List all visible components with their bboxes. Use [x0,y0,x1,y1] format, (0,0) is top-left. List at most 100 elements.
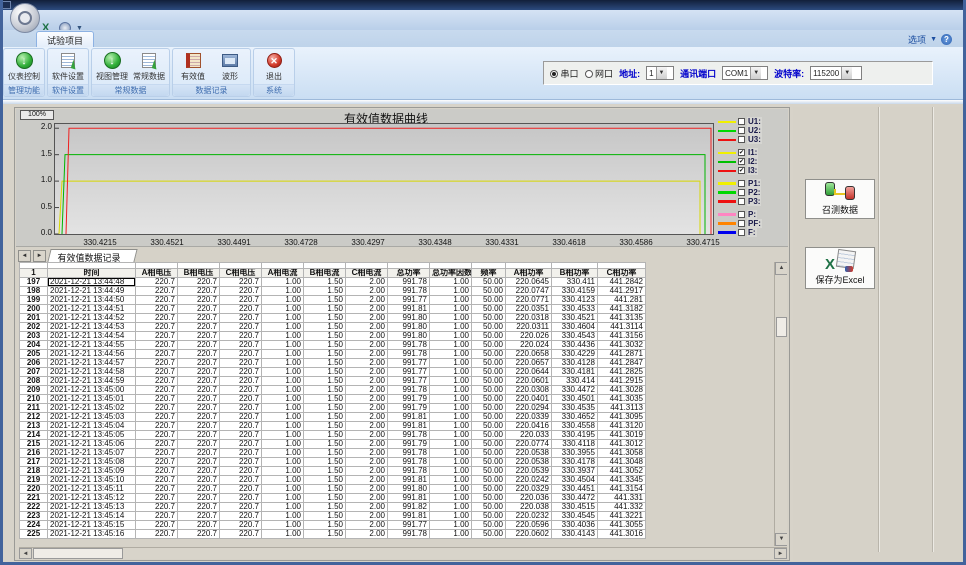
data-cell[interactable]: 220.7 [136,530,178,539]
comm-port-select[interactable]: COM1▼ [722,66,768,80]
data-cell[interactable]: 441.332 [598,503,646,512]
data-cell[interactable]: 1.50 [304,449,346,458]
data-cell[interactable]: 330.4159 [552,287,598,296]
data-cell[interactable]: 220.036 [506,494,552,503]
data-cell[interactable]: 1.00 [262,440,304,449]
data-cell[interactable]: 50.00 [472,368,506,377]
data-cell[interactable]: 2.00 [346,296,388,305]
data-cell[interactable]: 220.7 [220,467,262,476]
data-cell[interactable]: 441.331 [598,494,646,503]
data-cell[interactable]: 330.4229 [552,350,598,359]
data-cell[interactable]: 2021-12-21 13:44:51 [48,305,136,314]
data-cell[interactable]: 50.00 [472,503,506,512]
data-cell[interactable]: 330.4123 [552,296,598,305]
column-header[interactable]: 时间 [48,269,136,278]
data-cell[interactable]: 220.7 [136,395,178,404]
data-cell[interactable]: 441.3028 [598,386,646,395]
data-cell[interactable]: 991.78 [388,530,430,539]
data-cell[interactable]: 50.00 [472,305,506,314]
data-cell[interactable]: 220.7 [178,395,220,404]
data-cell[interactable]: 330.4436 [552,341,598,350]
data-cell[interactable]: 220.7 [136,404,178,413]
data-cell[interactable]: 441.3345 [598,476,646,485]
data-cell[interactable]: 220.0658 [506,350,552,359]
data-cell[interactable]: 441.2847 [598,359,646,368]
data-cell[interactable]: 220.7 [136,278,178,287]
data-cell[interactable]: 330.4472 [552,494,598,503]
data-cell[interactable]: 220.7 [136,512,178,521]
legend-checkbox[interactable]: ✔ [738,158,745,165]
data-cell[interactable]: 2.00 [346,278,388,287]
data-cell[interactable]: 220.7 [136,521,178,530]
data-cell[interactable]: 220.7 [220,359,262,368]
data-cell[interactable]: 1.00 [262,368,304,377]
data-cell[interactable]: 1.00 [262,467,304,476]
data-cell[interactable]: 1.00 [430,485,472,494]
data-cell[interactable]: 220.7 [136,359,178,368]
sheet-next-button[interactable]: ► [33,250,46,262]
data-cell[interactable]: 1.50 [304,503,346,512]
data-cell[interactable]: 991.78 [388,467,430,476]
data-cell[interactable]: 220.0602 [506,530,552,539]
row-number-cell[interactable]: 203 [20,332,48,341]
data-cell[interactable]: 1.50 [304,413,346,422]
baud-rate-select[interactable]: 115200▼ [810,66,862,80]
data-cell[interactable]: 220.7 [178,368,220,377]
data-cell[interactable]: 330.4181 [552,368,598,377]
data-cell[interactable]: 2021-12-21 13:45:06 [48,440,136,449]
data-cell[interactable]: 2021-12-21 13:45:10 [48,476,136,485]
data-cell[interactable]: 2.00 [346,449,388,458]
row-number-cell[interactable]: 224 [20,521,48,530]
row-number-cell[interactable]: 209 [20,386,48,395]
row-number-cell[interactable]: 217 [20,458,48,467]
poll-data-button[interactable]: 召测数据 [805,179,875,219]
data-cell[interactable]: 1.00 [262,422,304,431]
data-cell[interactable]: 991.82 [388,503,430,512]
data-cell[interactable]: 220.0538 [506,449,552,458]
legend-checkbox[interactable] [738,127,745,134]
data-cell[interactable]: 220.7 [178,503,220,512]
data-cell[interactable]: 991.80 [388,485,430,494]
data-cell[interactable]: 1.00 [430,494,472,503]
data-cell[interactable]: 220.7 [136,287,178,296]
data-cell[interactable]: 441.281 [598,296,646,305]
legend-checkbox[interactable]: ✔ [738,149,745,156]
data-cell[interactable]: 1.00 [430,359,472,368]
data-cell[interactable]: 1.00 [262,386,304,395]
data-cell[interactable]: 220.7 [136,458,178,467]
network-radio[interactable]: 网口 [585,67,614,80]
data-cell[interactable]: 2021-12-21 13:44:52 [48,314,136,323]
horizontal-scrollbar[interactable]: ◄ ► [19,547,787,559]
data-cell[interactable]: 1.00 [262,485,304,494]
data-cell[interactable]: 1.00 [430,413,472,422]
row-number-cell[interactable]: 215 [20,440,48,449]
data-cell[interactable]: 1.00 [430,503,472,512]
data-cell[interactable]: 1.00 [430,449,472,458]
data-cell[interactable]: 991.78 [388,386,430,395]
legend-checkbox[interactable] [738,136,745,143]
data-cell[interactable]: 220.0351 [506,305,552,314]
data-cell[interactable]: 50.00 [472,512,506,521]
data-cell[interactable]: 50.00 [472,467,506,476]
data-cell[interactable]: 991.77 [388,296,430,305]
data-cell[interactable]: 991.77 [388,377,430,386]
data-cell[interactable]: 220.0774 [506,440,552,449]
row-number-cell[interactable]: 222 [20,503,48,512]
ribbon-button[interactable]: 波形 [212,50,248,84]
data-cell[interactable]: 1.00 [430,296,472,305]
app-orb-button[interactable] [10,3,40,33]
data-cell[interactable]: 1.50 [304,395,346,404]
ribbon-button[interactable]: 常规数据 [131,50,167,84]
data-cell[interactable]: 1.00 [262,494,304,503]
column-header[interactable]: 总功率因数 [430,269,472,278]
address-select[interactable]: 1▼ [646,66,674,80]
row-number-cell[interactable]: 216 [20,449,48,458]
data-cell[interactable]: 220.0232 [506,512,552,521]
data-cell[interactable]: 2021-12-21 13:45:04 [48,422,136,431]
data-cell[interactable]: 1.00 [262,413,304,422]
data-cell[interactable]: 220.7 [178,458,220,467]
data-cell[interactable]: 220.033 [506,431,552,440]
data-cell[interactable]: 2.00 [346,359,388,368]
row-number-cell[interactable]: 213 [20,422,48,431]
row-number-cell[interactable]: 205 [20,350,48,359]
